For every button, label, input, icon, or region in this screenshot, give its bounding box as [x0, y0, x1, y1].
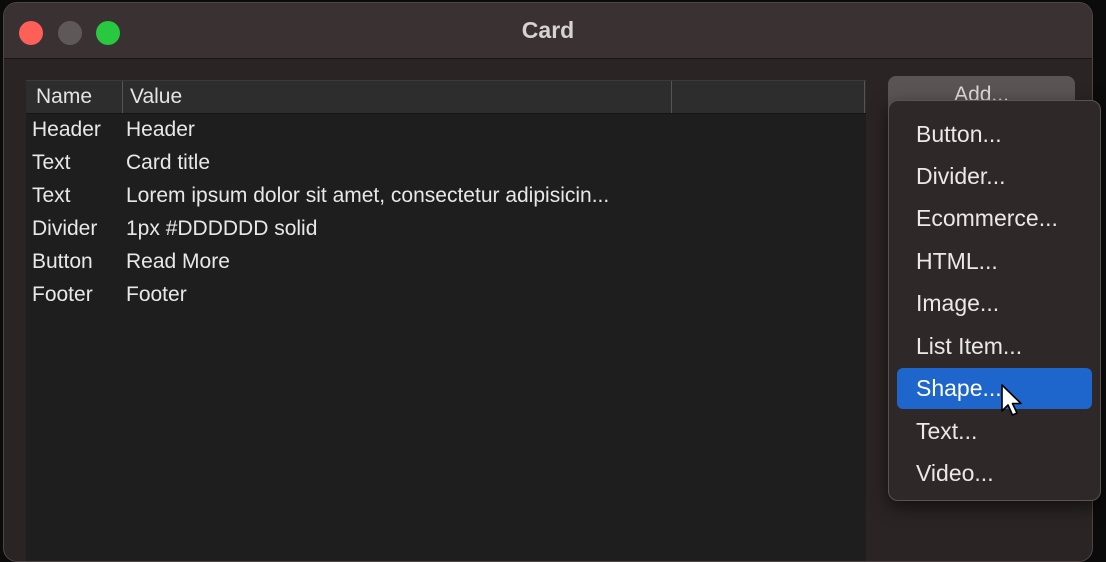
menu-item-ecommerce[interactable]: Ecommerce... — [897, 198, 1092, 239]
row-value: Header — [126, 118, 195, 141]
table-row[interactable]: Text Card title — [26, 151, 866, 184]
add-component-menu: Button... Divider... Ecommerce... HTML..… — [888, 100, 1101, 501]
menu-item-video[interactable]: Video... — [897, 453, 1092, 494]
title-bar: Card — [4, 3, 1092, 59]
row-name: Divider — [32, 217, 98, 240]
menu-item-list-item[interactable]: List Item... — [897, 326, 1092, 367]
table-row[interactable]: Header Header — [26, 118, 866, 151]
menu-item-html[interactable]: HTML... — [897, 241, 1092, 282]
row-value: Lorem ipsum dolor sit amet, consectetur … — [126, 184, 610, 207]
column-divider[interactable] — [864, 81, 865, 113]
column-header-value[interactable]: Value — [130, 85, 182, 109]
row-name: Button — [32, 250, 93, 273]
menu-item-shape[interactable]: Shape... — [897, 368, 1092, 409]
row-value: Card title — [126, 151, 211, 174]
menu-item-button[interactable]: Button... — [897, 114, 1092, 155]
row-name: Footer — [32, 283, 93, 306]
menu-item-image[interactable]: Image... — [897, 283, 1092, 324]
row-name: Header — [32, 118, 101, 141]
column-divider[interactable] — [122, 81, 123, 113]
table-header: Name Value — [26, 80, 866, 114]
window-title: Card — [521, 17, 575, 43]
row-value: Footer — [126, 283, 187, 306]
table-row[interactable]: Footer Footer — [26, 283, 866, 316]
row-name: Text — [32, 151, 71, 174]
row-value: Read More — [126, 250, 230, 273]
arrow-cursor-icon — [1001, 384, 1022, 416]
table-row[interactable]: Divider 1px #DDDDDD solid — [26, 217, 866, 250]
menu-item-text[interactable]: Text... — [897, 411, 1092, 452]
column-divider[interactable] — [671, 81, 672, 113]
table-row[interactable]: Button Read More — [26, 250, 866, 283]
components-table[interactable]: Name Value Header Header Text Card title… — [26, 80, 866, 561]
row-name: Text — [32, 184, 71, 207]
column-header-name[interactable]: Name — [36, 85, 92, 109]
row-value: 1px #DDDDDD solid — [126, 217, 318, 240]
menu-item-divider[interactable]: Divider... — [897, 156, 1092, 197]
table-row[interactable]: Text Lorem ipsum dolor sit amet, consect… — [26, 184, 866, 217]
